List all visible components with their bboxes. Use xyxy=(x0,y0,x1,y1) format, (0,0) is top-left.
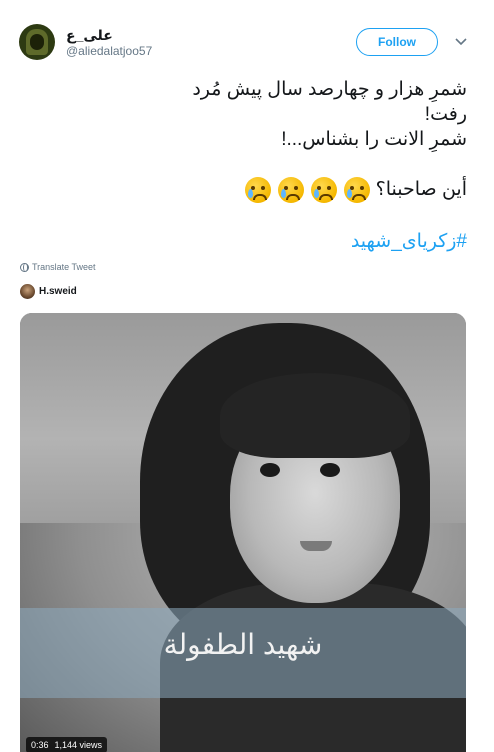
tweet-header: علی_ع @aliedalatjoo57 Follow xyxy=(0,0,494,70)
display-name[interactable]: علی_ع xyxy=(66,27,113,44)
crying-face-icon xyxy=(311,177,338,203)
crying-face-icon xyxy=(244,177,271,203)
video-views: 1,144 views xyxy=(54,740,103,750)
media-credit[interactable]: H.sweid xyxy=(20,284,77,299)
video-stats-badge: 0:36 1,144 views xyxy=(26,737,108,752)
crying-face-icon xyxy=(344,177,371,203)
credit-avatar xyxy=(20,284,35,299)
video-player[interactable]: شهيد الطفولة 0:36 1,144 views xyxy=(20,313,466,752)
globe-icon xyxy=(20,262,29,272)
video-duration: 0:36 xyxy=(31,740,49,750)
tweet-text-line: أين صاحبنا؟ xyxy=(27,177,467,203)
follow-button[interactable]: Follow xyxy=(356,28,438,56)
video-play-area[interactable] xyxy=(20,313,466,752)
tweet-text-line: رفت! xyxy=(424,104,467,125)
avatar-face xyxy=(30,34,44,50)
chevron-down-icon[interactable] xyxy=(455,37,467,47)
tweet-question-text: أين صاحبنا؟ xyxy=(375,179,467,201)
tweet-text-line: شمرِ هزار و چهارصد سال پیش مُرد xyxy=(192,79,467,100)
translate-tweet-link[interactable]: Translate Tweet xyxy=(20,262,96,272)
emoji-row xyxy=(243,177,371,203)
hashtag-link[interactable]: #زکریای_شهید xyxy=(351,230,467,253)
user-avatar[interactable] xyxy=(19,24,55,60)
tweet-text-line: شمرِ الانت را بشناس...! xyxy=(281,129,467,150)
credit-name: H.sweid xyxy=(39,286,77,297)
user-handle[interactable]: @aliedalatjoo57 xyxy=(66,44,152,58)
crying-face-icon xyxy=(277,177,304,203)
translate-label: Translate Tweet xyxy=(32,262,96,272)
